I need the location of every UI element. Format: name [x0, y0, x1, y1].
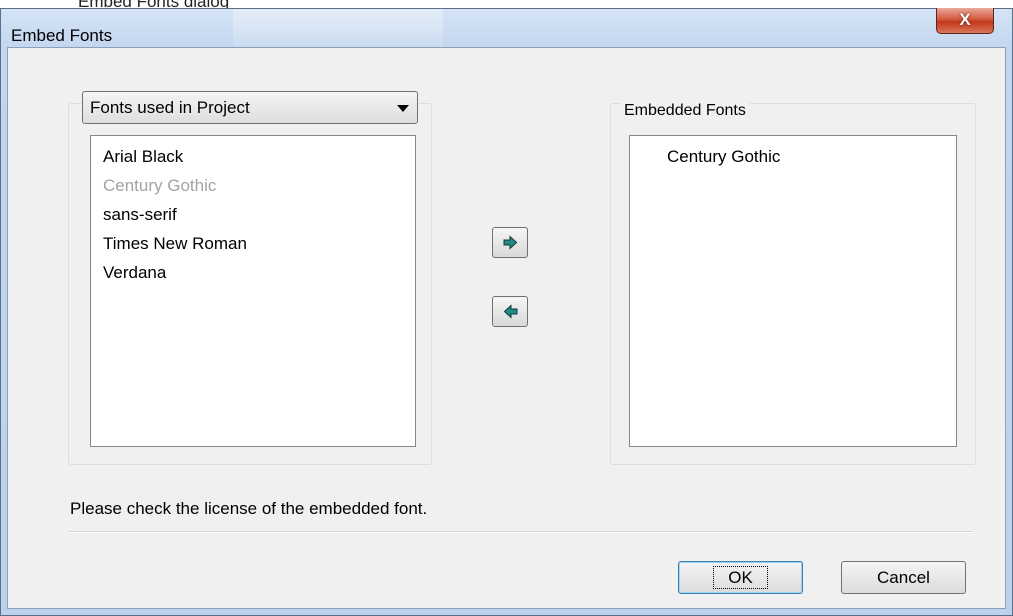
list-item[interactable]: Arial Black	[103, 147, 183, 167]
list-item[interactable]: Times New Roman	[103, 234, 247, 254]
cancel-button-label: Cancel	[877, 568, 930, 587]
remove-font-button[interactable]	[492, 296, 528, 327]
ok-button-label: OK	[713, 566, 768, 589]
window-title: Embed Fonts	[11, 26, 113, 45]
dialog-client-area: Fonts used in Project Arial Black Centur…	[7, 47, 1006, 609]
font-source-selected: Fonts used in Project	[90, 98, 250, 117]
list-item[interactable]: Verdana	[103, 263, 166, 283]
chevron-down-icon	[397, 105, 409, 112]
license-note: Please check the license of the embedded…	[70, 499, 428, 518]
list-item[interactable]: sans-serif	[103, 205, 177, 225]
font-source-dropdown[interactable]: Fonts used in Project	[82, 91, 418, 124]
embedded-fonts-list[interactable]: Century Gothic	[629, 135, 957, 447]
cancel-button[interactable]: Cancel	[841, 561, 966, 594]
close-icon: X	[959, 10, 971, 29]
source-fonts-list[interactable]: Arial Black Century Gothic sans-serif Ti…	[90, 135, 416, 447]
embedded-fonts-label: Embedded Fonts	[620, 102, 750, 120]
embed-fonts-window: Embed Fonts X Fonts used in Project Aria…	[0, 8, 1013, 616]
ok-button[interactable]: OK	[678, 561, 803, 594]
arrow-left-icon	[503, 304, 518, 319]
close-button[interactable]: X	[936, 8, 994, 34]
list-item[interactable]: Century Gothic	[667, 147, 780, 167]
arrow-right-icon	[503, 235, 518, 250]
footer-separator	[68, 531, 973, 533]
add-font-button[interactable]	[492, 227, 528, 258]
list-item[interactable]: Century Gothic	[103, 176, 216, 196]
